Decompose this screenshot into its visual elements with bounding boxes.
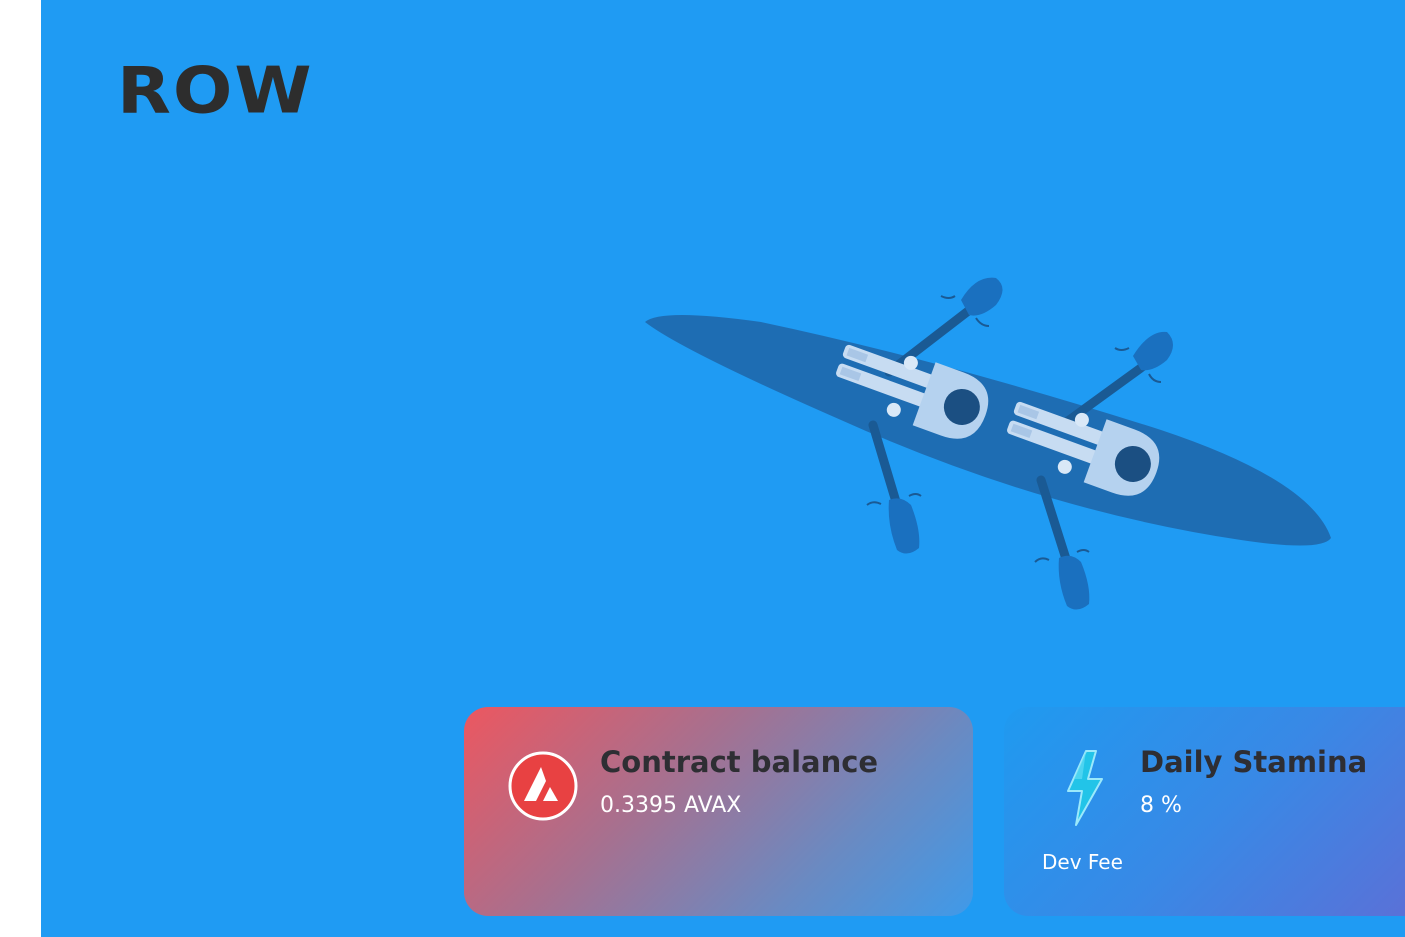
lightning-bolt-icon bbox=[1067, 750, 1103, 826]
oar-rower-2-top bbox=[1056, 331, 1173, 431]
contract-balance-value: 0.3395 AVAX bbox=[600, 793, 742, 818]
avalanche-icon bbox=[508, 751, 578, 821]
daily-stamina-value: 8 % bbox=[1140, 793, 1182, 818]
dev-fee-label: Dev Fee bbox=[1042, 850, 1123, 874]
contract-balance-card: Contract balance 0.3395 AVAX bbox=[464, 707, 973, 916]
daily-stamina-card: Daily Stamina 8 % Dev Fee bbox=[1004, 707, 1405, 916]
boat-hull bbox=[645, 315, 1331, 546]
left-margin bbox=[0, 0, 41, 937]
hero-section: ROW Contract balance 0.3395 AVAX Daily S… bbox=[41, 0, 1405, 937]
daily-stamina-title: Daily Stamina bbox=[1140, 745, 1368, 779]
contract-balance-title: Contract balance bbox=[600, 745, 879, 779]
page: ROW Contract balance 0.3395 AVAX Daily S… bbox=[0, 0, 1405, 937]
